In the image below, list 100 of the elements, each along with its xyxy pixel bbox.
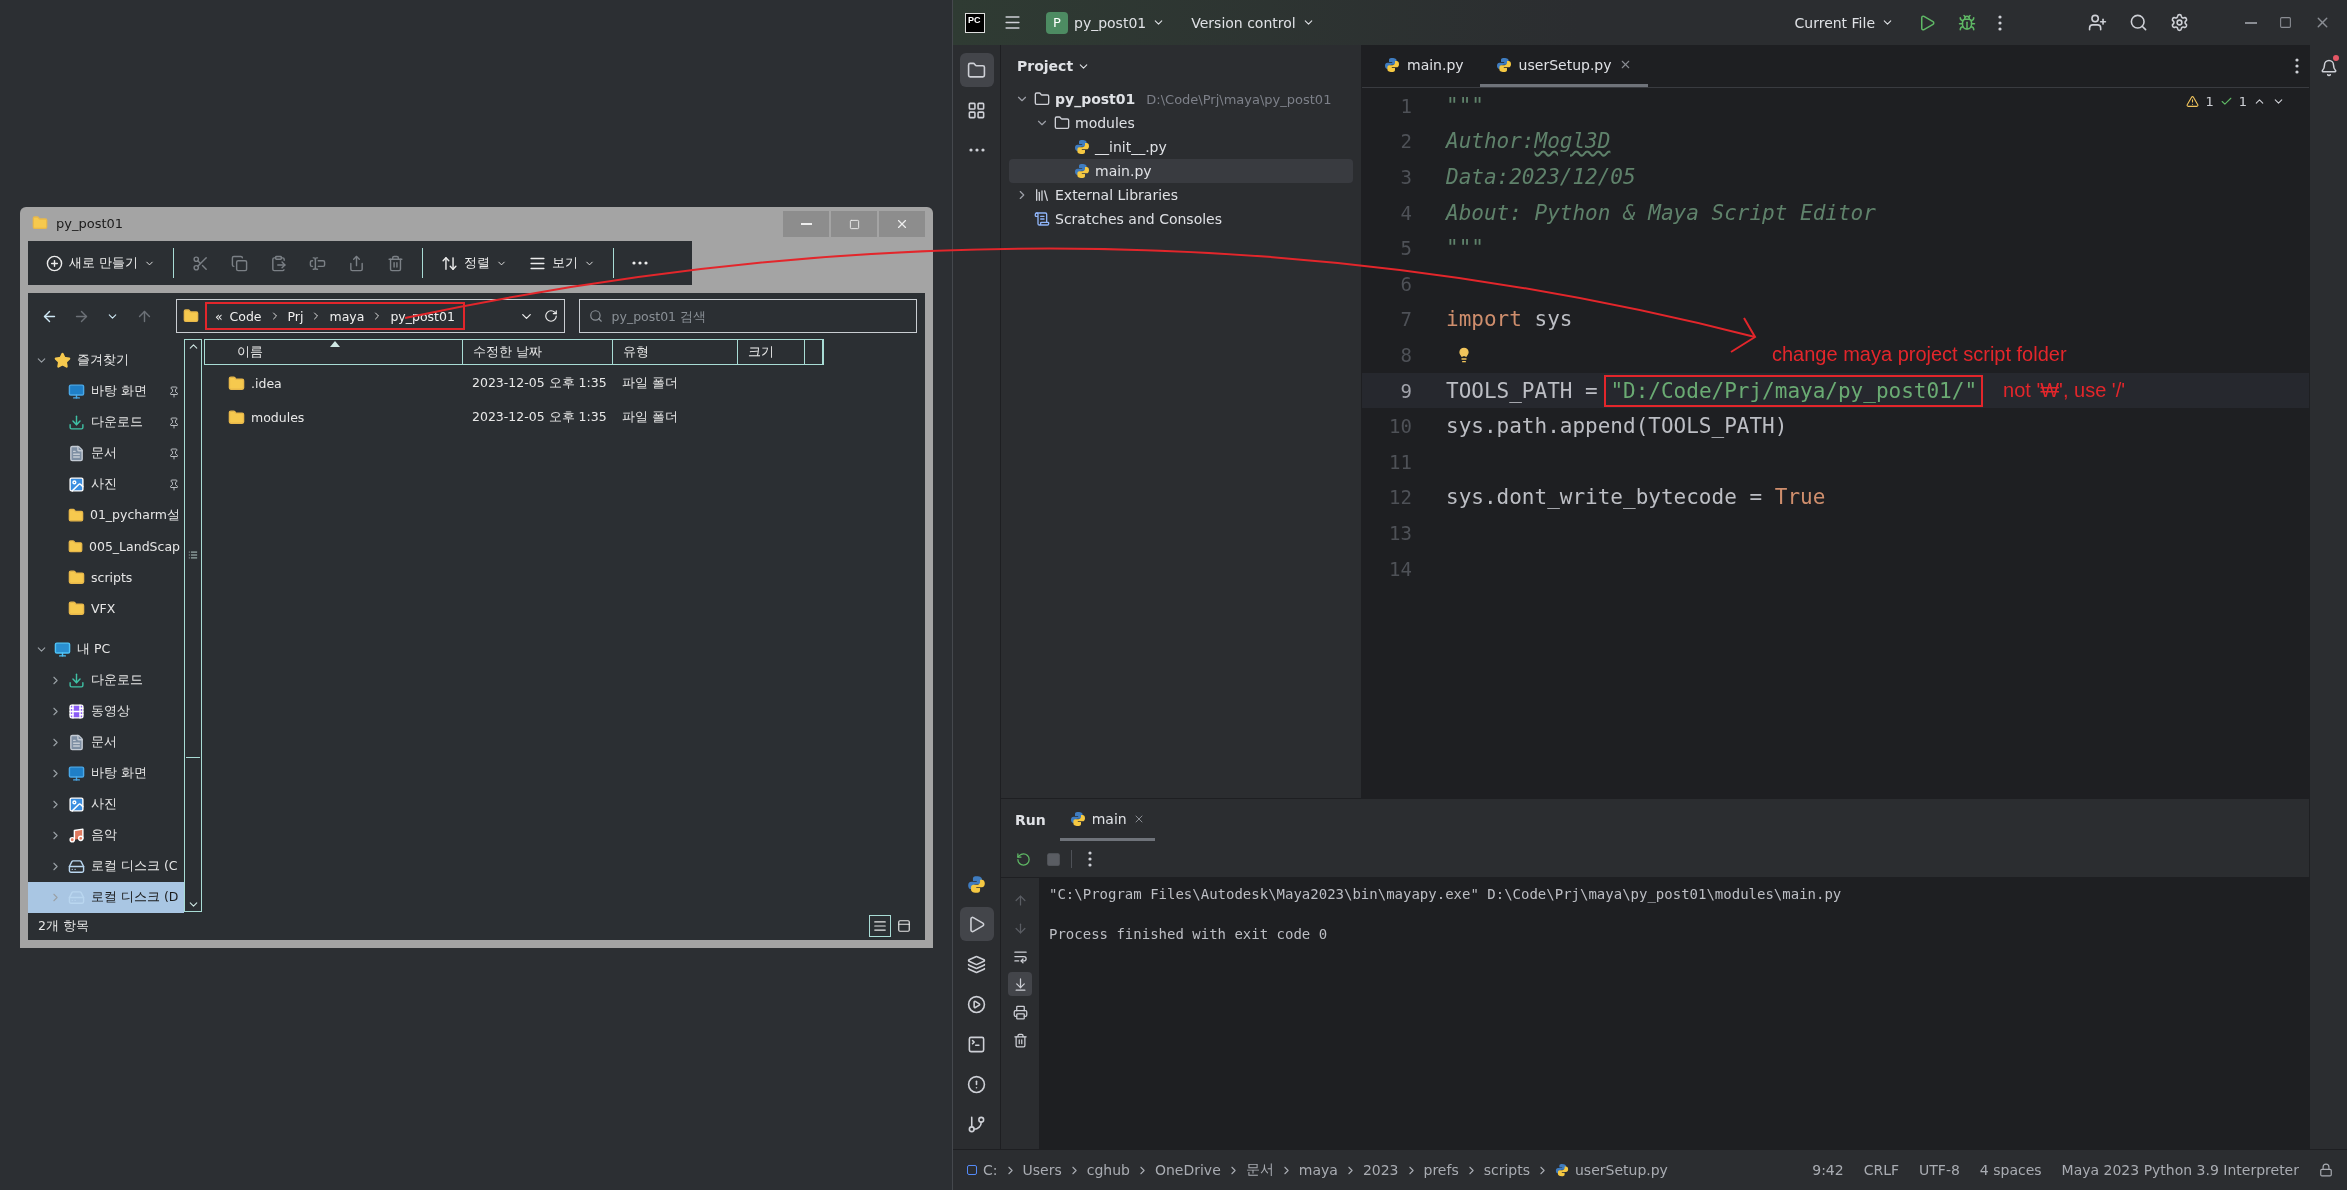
path-crumb[interactable]: userSetup.py bbox=[1575, 1162, 1668, 1178]
more-icon bbox=[1998, 14, 2002, 31]
up-down-arrows-icon bbox=[441, 254, 458, 272]
view-button[interactable]: 보기 bbox=[519, 245, 605, 281]
scissors-icon bbox=[192, 254, 209, 272]
app-logo: PC bbox=[965, 12, 985, 33]
breadcrumb: maya bbox=[329, 308, 365, 324]
path-crumb[interactable]: maya bbox=[1298, 1162, 1338, 1178]
path-crumb[interactable]: 2023 bbox=[1362, 1162, 1399, 1178]
folder-icon bbox=[68, 569, 85, 586]
window-title: py_post01 bbox=[56, 215, 124, 231]
folder-icon bbox=[228, 375, 245, 392]
search-field[interactable]: py_post01 검색 bbox=[578, 299, 917, 333]
nav-item[interactable]: 다운로드 bbox=[28, 665, 184, 696]
python-file-icon bbox=[1074, 139, 1090, 155]
grip-icon bbox=[188, 550, 198, 560]
nav-item[interactable]: 바탕 화면 bbox=[28, 758, 184, 789]
more-icon bbox=[2295, 58, 2299, 74]
nav-item[interactable]: 문서 bbox=[28, 438, 184, 469]
new-button[interactable]: 새로 만들기 bbox=[36, 245, 165, 281]
scroll-end-button[interactable] bbox=[1008, 972, 1032, 996]
nav-item[interactable]: 사진 bbox=[28, 789, 184, 820]
run-tool-button[interactable] bbox=[959, 907, 994, 941]
run-tab[interactable]: main bbox=[1059, 799, 1155, 841]
nav-item[interactable]: 동영상 bbox=[28, 696, 184, 727]
status-item[interactable]: Maya 2023 Python 3.9 Interpreter bbox=[2061, 1162, 2299, 1178]
python-file-icon bbox=[1069, 810, 1086, 827]
status-item[interactable]: UTF-8 bbox=[1919, 1162, 1960, 1178]
status-item[interactable]: 9:42 bbox=[1812, 1162, 1844, 1178]
run-configuration[interactable]: Current File bbox=[1788, 10, 1900, 35]
stop-icon bbox=[1045, 851, 1061, 867]
editor-tab[interactable]: main.py bbox=[1368, 45, 1480, 87]
nav-item[interactable]: scripts bbox=[28, 562, 184, 593]
more-icon bbox=[968, 148, 985, 152]
tree-item[interactable]: __init__.py bbox=[1009, 135, 1353, 159]
item-count: 2개 항목 bbox=[38, 917, 89, 935]
editor-tab[interactable]: userSetup.py bbox=[1479, 45, 1648, 87]
tree-item[interactable]: main.py bbox=[1009, 159, 1353, 183]
path-crumb[interactable]: prefs bbox=[1423, 1162, 1459, 1178]
file-name[interactable]: modules bbox=[204, 409, 462, 426]
column-header[interactable]: 유형 bbox=[613, 340, 738, 364]
bell-icon bbox=[2319, 59, 2338, 77]
code-doc: Author: bbox=[1446, 129, 1535, 154]
project-view-selector[interactable]: Project bbox=[1011, 57, 1097, 75]
scrollbar[interactable] bbox=[184, 339, 202, 912]
share-icon bbox=[348, 254, 365, 272]
nav-item[interactable]: 005_LandScap bbox=[28, 531, 184, 562]
sort-button[interactable]: 정렬 bbox=[431, 245, 517, 281]
nav-item[interactable]: 음악 bbox=[28, 820, 184, 851]
play-icon bbox=[1918, 13, 1936, 32]
python-file-icon bbox=[1074, 163, 1090, 179]
computer-icon bbox=[54, 641, 71, 658]
status-item[interactable]: CRLF bbox=[1863, 1162, 1900, 1178]
project-path: D:\Code\Prj\maya\py_post01 bbox=[1146, 91, 1332, 107]
column-header[interactable]: 크기 bbox=[738, 340, 805, 364]
film-icon bbox=[68, 703, 85, 720]
plus-circle-icon bbox=[46, 254, 63, 272]
maximize-icon bbox=[2279, 16, 2292, 29]
document-icon bbox=[68, 734, 85, 751]
nav-item[interactable]: 로컬 디스크 (C bbox=[28, 851, 184, 882]
lines-icon bbox=[873, 919, 887, 933]
nav-item[interactable]: 사진 bbox=[28, 469, 184, 500]
annotation-note: change maya project script folder bbox=[1772, 343, 2067, 367]
nav-item[interactable]: 다운로드 bbox=[28, 407, 184, 438]
clipboard-icon bbox=[270, 254, 287, 272]
path-crumb[interactable]: scripts bbox=[1483, 1162, 1530, 1178]
minimize-icon bbox=[800, 223, 812, 225]
project-tool-button[interactable] bbox=[959, 53, 994, 87]
nav-item[interactable]: 내 PC bbox=[28, 634, 184, 665]
tree-item[interactable]: External Libraries bbox=[1009, 183, 1353, 207]
path-crumb[interactable]: Users bbox=[1022, 1162, 1062, 1178]
column-header[interactable]: 이름 bbox=[205, 340, 463, 364]
details-view-button[interactable] bbox=[869, 915, 891, 937]
nav-item[interactable]: 01_pycharm설 bbox=[28, 500, 184, 531]
nav-item[interactable]: 즐겨찾기 bbox=[28, 345, 184, 376]
folder-icon bbox=[228, 409, 245, 426]
path-crumb[interactable]: OneDrive bbox=[1154, 1162, 1221, 1178]
address-bar[interactable]: « Code Prj maya py_post01 bbox=[175, 299, 565, 333]
status-item[interactable]: 4 spaces bbox=[1979, 1162, 2042, 1178]
tree-item[interactable]: py_post01 D:\Code\Prj\maya\py_post01 bbox=[1009, 87, 1353, 111]
path-crumb[interactable]: 문서 bbox=[1245, 1161, 1274, 1179]
inspection-widget[interactable]: 1 1 bbox=[2186, 94, 2285, 109]
nav-item[interactable]: 로컬 디스크 (D bbox=[28, 882, 184, 913]
nav-item[interactable]: VFX bbox=[28, 593, 184, 624]
nav-item[interactable]: 문서 bbox=[28, 727, 184, 758]
project-switcher[interactable]: P py_post01 bbox=[1040, 7, 1172, 38]
nav-item[interactable]: 바탕 화면 bbox=[28, 376, 184, 407]
path-crumb[interactable]: C: bbox=[983, 1162, 998, 1178]
warning-icon bbox=[2186, 95, 2200, 108]
code-doc: """ bbox=[1446, 93, 1484, 118]
tree-item[interactable]: Scratches and Consoles bbox=[1009, 207, 1353, 231]
maximize-icon bbox=[848, 218, 860, 230]
file-name[interactable]: .idea bbox=[204, 375, 462, 392]
path-crumb[interactable]: cghub bbox=[1086, 1162, 1130, 1178]
vcs-menu[interactable]: Version control bbox=[1185, 10, 1321, 35]
tree-item[interactable]: modules bbox=[1009, 111, 1353, 135]
alert-circle-icon bbox=[967, 1074, 986, 1094]
file-type: 파일 폴더 bbox=[621, 375, 679, 392]
python-file-icon bbox=[1384, 56, 1400, 73]
column-header[interactable]: 수정한 날짜 bbox=[463, 340, 613, 364]
